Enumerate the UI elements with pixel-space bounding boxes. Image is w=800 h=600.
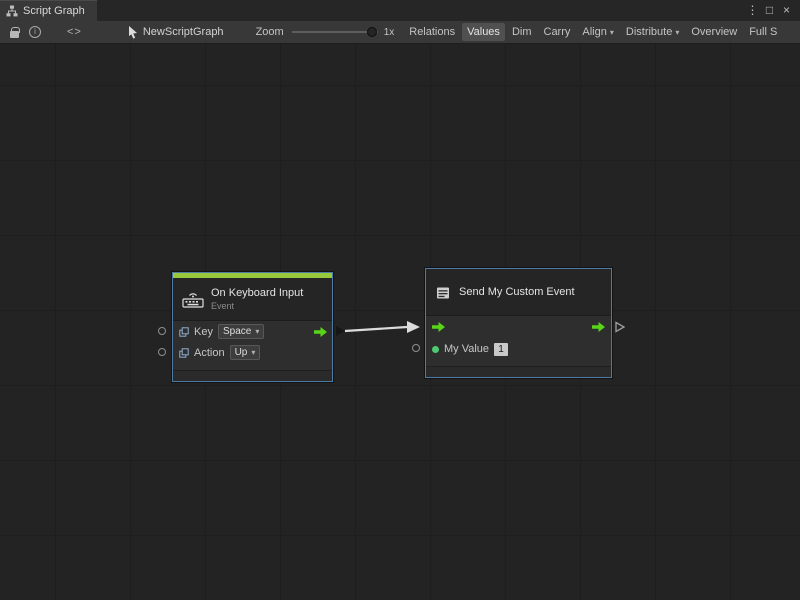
zoom-slider[interactable] bbox=[292, 26, 378, 38]
key-dropdown[interactable]: Space ▾ bbox=[218, 324, 264, 339]
align-dropdown-button[interactable]: Align ▾ bbox=[577, 23, 618, 41]
values-button[interactable]: Values bbox=[462, 23, 505, 41]
port-label: Action bbox=[194, 347, 225, 359]
graph-toolbar: i <> NewScriptGraph Zoom 1x Relations Va… bbox=[0, 21, 800, 44]
distribute-dropdown-button[interactable]: Distribute ▾ bbox=[621, 23, 684, 41]
flow-output-port[interactable] bbox=[592, 322, 605, 332]
keyboard-icon bbox=[182, 291, 204, 308]
info-icon[interactable]: i bbox=[29, 26, 41, 38]
my-value-input[interactable]: 1 bbox=[494, 343, 508, 356]
lock-icon[interactable] bbox=[10, 31, 19, 38]
flow-ports-row bbox=[426, 316, 611, 338]
flow-input-port[interactable] bbox=[432, 322, 445, 332]
custom-event-icon bbox=[435, 284, 452, 301]
caret-down-icon: ▾ bbox=[675, 28, 679, 37]
key-dropdown-value: Space bbox=[223, 326, 251, 337]
zoom-slider-handle[interactable] bbox=[367, 27, 377, 37]
caret-down-icon: ▾ bbox=[255, 327, 259, 336]
overview-button[interactable]: Overview bbox=[686, 23, 742, 41]
node-title: On Keyboard Input bbox=[211, 287, 303, 299]
my-value-input-port[interactable] bbox=[412, 344, 420, 352]
port-label: My Value bbox=[444, 343, 489, 355]
toolbar-buttons: Relations Values Dim Carry Align ▾ Distr… bbox=[404, 23, 782, 41]
port-type-icon bbox=[179, 348, 189, 358]
carry-button[interactable]: Carry bbox=[539, 23, 576, 41]
relations-button[interactable]: Relations bbox=[404, 23, 460, 41]
action-input-port[interactable] bbox=[158, 348, 166, 356]
fullscreen-button[interactable]: Full S bbox=[744, 23, 782, 41]
value-port-dot[interactable] bbox=[432, 346, 439, 353]
node-footer bbox=[426, 366, 611, 377]
window-close-icon[interactable]: × bbox=[778, 0, 795, 21]
wire-start-triangle bbox=[336, 326, 345, 336]
graph-name-label: NewScriptGraph bbox=[143, 26, 224, 38]
window-menu-icon[interactable]: ⋮ bbox=[744, 0, 761, 21]
flow-output-port[interactable] bbox=[314, 327, 327, 337]
node-header: Send My Custom Event bbox=[426, 269, 611, 315]
wire-arrowhead-icon bbox=[407, 321, 420, 333]
wire-layer bbox=[0, 44, 800, 600]
action-dropdown-value: Up bbox=[235, 347, 248, 358]
port-label: Key bbox=[194, 326, 213, 338]
node-send-my-custom-event[interactable]: Send My Custom Event My Value 1 bbox=[425, 268, 612, 378]
action-port-row: Action Up ▾ bbox=[173, 342, 332, 363]
flow-output-port-triangle-icon[interactable] bbox=[614, 321, 626, 333]
window-maximize-icon[interactable]: □ bbox=[761, 0, 778, 21]
window-titlebar: Script Graph ⋮ □ × bbox=[0, 0, 800, 21]
zoom-slider-track bbox=[292, 31, 378, 33]
key-input-port[interactable] bbox=[158, 327, 166, 335]
node-footer bbox=[173, 370, 332, 381]
zoom-label: Zoom bbox=[256, 26, 284, 38]
connection-wire[interactable] bbox=[345, 327, 407, 331]
my-value-row: My Value 1 bbox=[426, 338, 611, 360]
tab-script-graph[interactable]: Script Graph bbox=[0, 0, 97, 21]
script-graph-icon bbox=[6, 5, 18, 17]
node-on-keyboard-input[interactable]: On Keyboard Input Event Key Space ▾ bbox=[172, 272, 333, 382]
code-icon[interactable]: <> bbox=[67, 26, 82, 38]
tab-title: Script Graph bbox=[23, 5, 85, 17]
dim-button[interactable]: Dim bbox=[507, 23, 537, 41]
action-dropdown[interactable]: Up ▾ bbox=[230, 345, 261, 360]
window-controls: ⋮ □ × bbox=[744, 0, 800, 21]
graph-pointer-icon bbox=[128, 26, 138, 39]
graph-canvas[interactable]: On Keyboard Input Event Key Space ▾ bbox=[0, 44, 800, 600]
caret-down-icon: ▾ bbox=[610, 28, 614, 37]
port-type-icon bbox=[179, 327, 189, 337]
node-header: On Keyboard Input Event bbox=[173, 278, 332, 320]
zoom-value: 1x bbox=[384, 27, 395, 38]
node-title: Send My Custom Event bbox=[459, 286, 575, 298]
key-port-row: Key Space ▾ bbox=[173, 321, 332, 342]
caret-down-icon: ▾ bbox=[251, 348, 255, 357]
node-subtitle: Event bbox=[211, 301, 303, 311]
